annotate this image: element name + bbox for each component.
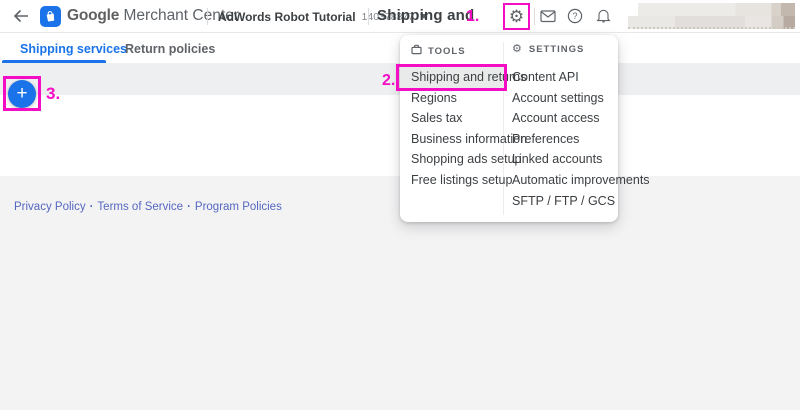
footer-separator: ·	[90, 201, 94, 213]
menu-item-business-information[interactable]: Business information	[411, 129, 501, 150]
svg-text:?: ?	[572, 11, 577, 21]
mail-icon[interactable]	[540, 10, 556, 28]
settings-header-label: SETTINGS	[529, 44, 585, 55]
program-policies-link[interactable]: Program Policies	[195, 201, 282, 213]
help-icon[interactable]: ?	[567, 8, 583, 29]
header-divider	[534, 8, 535, 25]
tools-header-label: TOOLS	[428, 46, 466, 57]
footer-links: Privacy Policy·Terms of Service·Program …	[14, 201, 282, 213]
annotation-step-3: 3.	[46, 84, 60, 104]
menu-item-linked-accounts[interactable]: Linked accounts	[512, 149, 616, 170]
menu-item-shopping-ads-setup[interactable]: Shopping ads setup	[411, 149, 501, 170]
menu-item-free-listings-setup[interactable]: Free listings setup	[411, 170, 501, 191]
settings-gear-button[interactable]: ⚙	[503, 3, 530, 30]
terms-of-service-link[interactable]: Terms of Service	[97, 201, 183, 213]
redacted-user-info	[628, 3, 795, 29]
annotation-step-1: 1.	[466, 8, 479, 26]
brand-google: Google	[67, 7, 119, 24]
header-divider	[368, 8, 369, 25]
menu-section-settings: ⚙ SETTINGS	[512, 44, 584, 55]
privacy-policy-link[interactable]: Privacy Policy	[14, 201, 86, 213]
settings-dropdown-menu: TOOLS ⚙ SETTINGS Shipping and returns Re…	[400, 35, 618, 222]
menu-item-automatic-improvements[interactable]: Automatic improvements	[512, 170, 616, 191]
menu-item-content-api[interactable]: Content API	[512, 67, 616, 88]
gear-icon: ⚙	[509, 8, 524, 25]
menu-item-account-access[interactable]: Account access	[512, 108, 616, 129]
header-divider	[207, 8, 208, 25]
menu-section-tools: TOOLS	[411, 44, 466, 58]
annotation-box-fab	[3, 76, 41, 111]
annotation-box-shipping-returns	[396, 64, 507, 91]
menu-item-preferences[interactable]: Preferences	[512, 129, 616, 150]
page-title: Shipping and	[377, 7, 474, 24]
menu-item-sftp-ftp-gcs[interactable]: SFTP / FTP / GCS	[512, 191, 616, 212]
merchant-center-app: Google Merchant Center AdWords Robot Tut…	[0, 0, 800, 410]
settings-gear-small-icon: ⚙	[512, 44, 523, 55]
back-arrow-icon[interactable]	[13, 8, 29, 29]
account-name: AdWords Robot Tutorial	[218, 10, 356, 24]
top-header: Google Merchant Center AdWords Robot Tut…	[0, 0, 800, 33]
annotation-step-2: 2.	[382, 72, 395, 90]
toolbox-icon	[411, 44, 422, 58]
tab-return-policies[interactable]: Return policies	[125, 34, 215, 63]
footer-separator: ·	[187, 201, 191, 213]
settings-menu-column: Content API Account settings Account acc…	[512, 67, 616, 211]
menu-item-sales-tax[interactable]: Sales tax	[411, 108, 501, 129]
tab-shipping-services[interactable]: Shipping services	[20, 34, 127, 63]
brand-wordmark: Google Merchant Center	[67, 7, 239, 25]
notifications-bell-icon[interactable]	[596, 8, 611, 29]
merchant-center-logo-icon	[40, 6, 61, 27]
menu-item-account-settings[interactable]: Account settings	[512, 88, 616, 109]
